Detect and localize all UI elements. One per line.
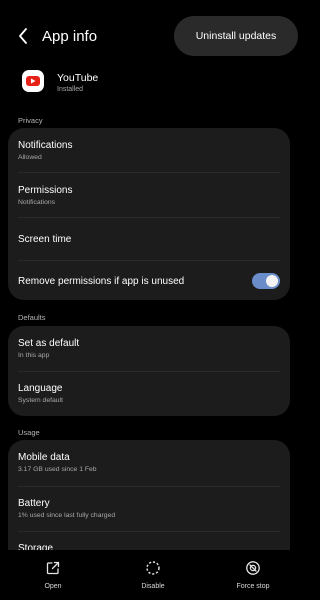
- battery-label: Battery: [18, 498, 50, 509]
- disable-label: Disable: [141, 583, 165, 590]
- open-label: Open: [44, 583, 62, 590]
- app-status: Installed: [57, 86, 84, 93]
- usage-card: Mobile data 3.17 GB used since 1 Feb Bat…: [8, 440, 290, 560]
- notifications-row[interactable]: Notifications Allowed: [8, 128, 290, 172]
- language-row[interactable]: Language System default: [8, 372, 290, 416]
- mobile-data-usage: 3.17 GB used since 1 Feb: [18, 466, 97, 473]
- open-external-icon: [45, 559, 61, 577]
- language-label: Language: [18, 383, 63, 394]
- back-arrow-icon[interactable]: [12, 24, 34, 48]
- screen-time-label: Screen time: [18, 234, 72, 245]
- uninstall-updates-button[interactable]: Uninstall updates: [174, 16, 298, 56]
- screen-time-row[interactable]: Screen time: [8, 218, 290, 260]
- remove-permissions-row[interactable]: Remove permissions if app is unused: [8, 261, 290, 300]
- privacy-card: Notifications Allowed Permissions Notifi…: [8, 128, 290, 300]
- section-label-privacy: Privacy: [18, 116, 43, 125]
- force-stop-icon: [245, 559, 261, 577]
- app-identity: YouTube Installed: [0, 66, 306, 102]
- battery-usage: 1% used since last fully charged: [18, 512, 116, 519]
- section-label-defaults: Defaults: [18, 313, 46, 322]
- youtube-app-icon: [22, 70, 44, 92]
- app-bar: App info Uninstall updates: [0, 0, 306, 70]
- remove-permissions-label: Remove permissions if app is unused: [18, 276, 185, 287]
- defaults-card: Set as default In this app Language Syst…: [8, 326, 290, 416]
- disable-button[interactable]: Disable: [113, 559, 193, 597]
- bottom-action-bar: Open Disable Force stop: [0, 550, 306, 600]
- remove-permissions-toggle[interactable]: [252, 273, 280, 289]
- set-as-default-row[interactable]: Set as default In this app: [8, 326, 290, 371]
- page-title: App info: [42, 28, 98, 45]
- set-as-default-value: In this app: [18, 352, 50, 359]
- mobile-data-label: Mobile data: [18, 452, 70, 463]
- toggle-knob: [266, 275, 278, 287]
- permissions-row[interactable]: Permissions Notifications: [8, 173, 290, 217]
- open-button[interactable]: Open: [13, 559, 93, 597]
- notifications-label: Notifications: [18, 140, 73, 151]
- battery-row[interactable]: Battery 1% used since last fully charged: [8, 487, 290, 531]
- disable-icon: [145, 559, 161, 577]
- set-as-default-label: Set as default: [18, 338, 80, 349]
- section-label-usage: Usage: [18, 428, 40, 437]
- permissions-summary: Notifications: [18, 199, 56, 206]
- force-stop-button[interactable]: Force stop: [213, 559, 293, 597]
- language-value: System default: [18, 397, 63, 404]
- force-stop-label: Force stop: [236, 583, 270, 590]
- app-name: YouTube: [57, 72, 99, 84]
- notifications-status: Allowed: [18, 154, 42, 161]
- permissions-label: Permissions: [18, 185, 73, 196]
- mobile-data-row[interactable]: Mobile data 3.17 GB used since 1 Feb: [8, 440, 290, 486]
